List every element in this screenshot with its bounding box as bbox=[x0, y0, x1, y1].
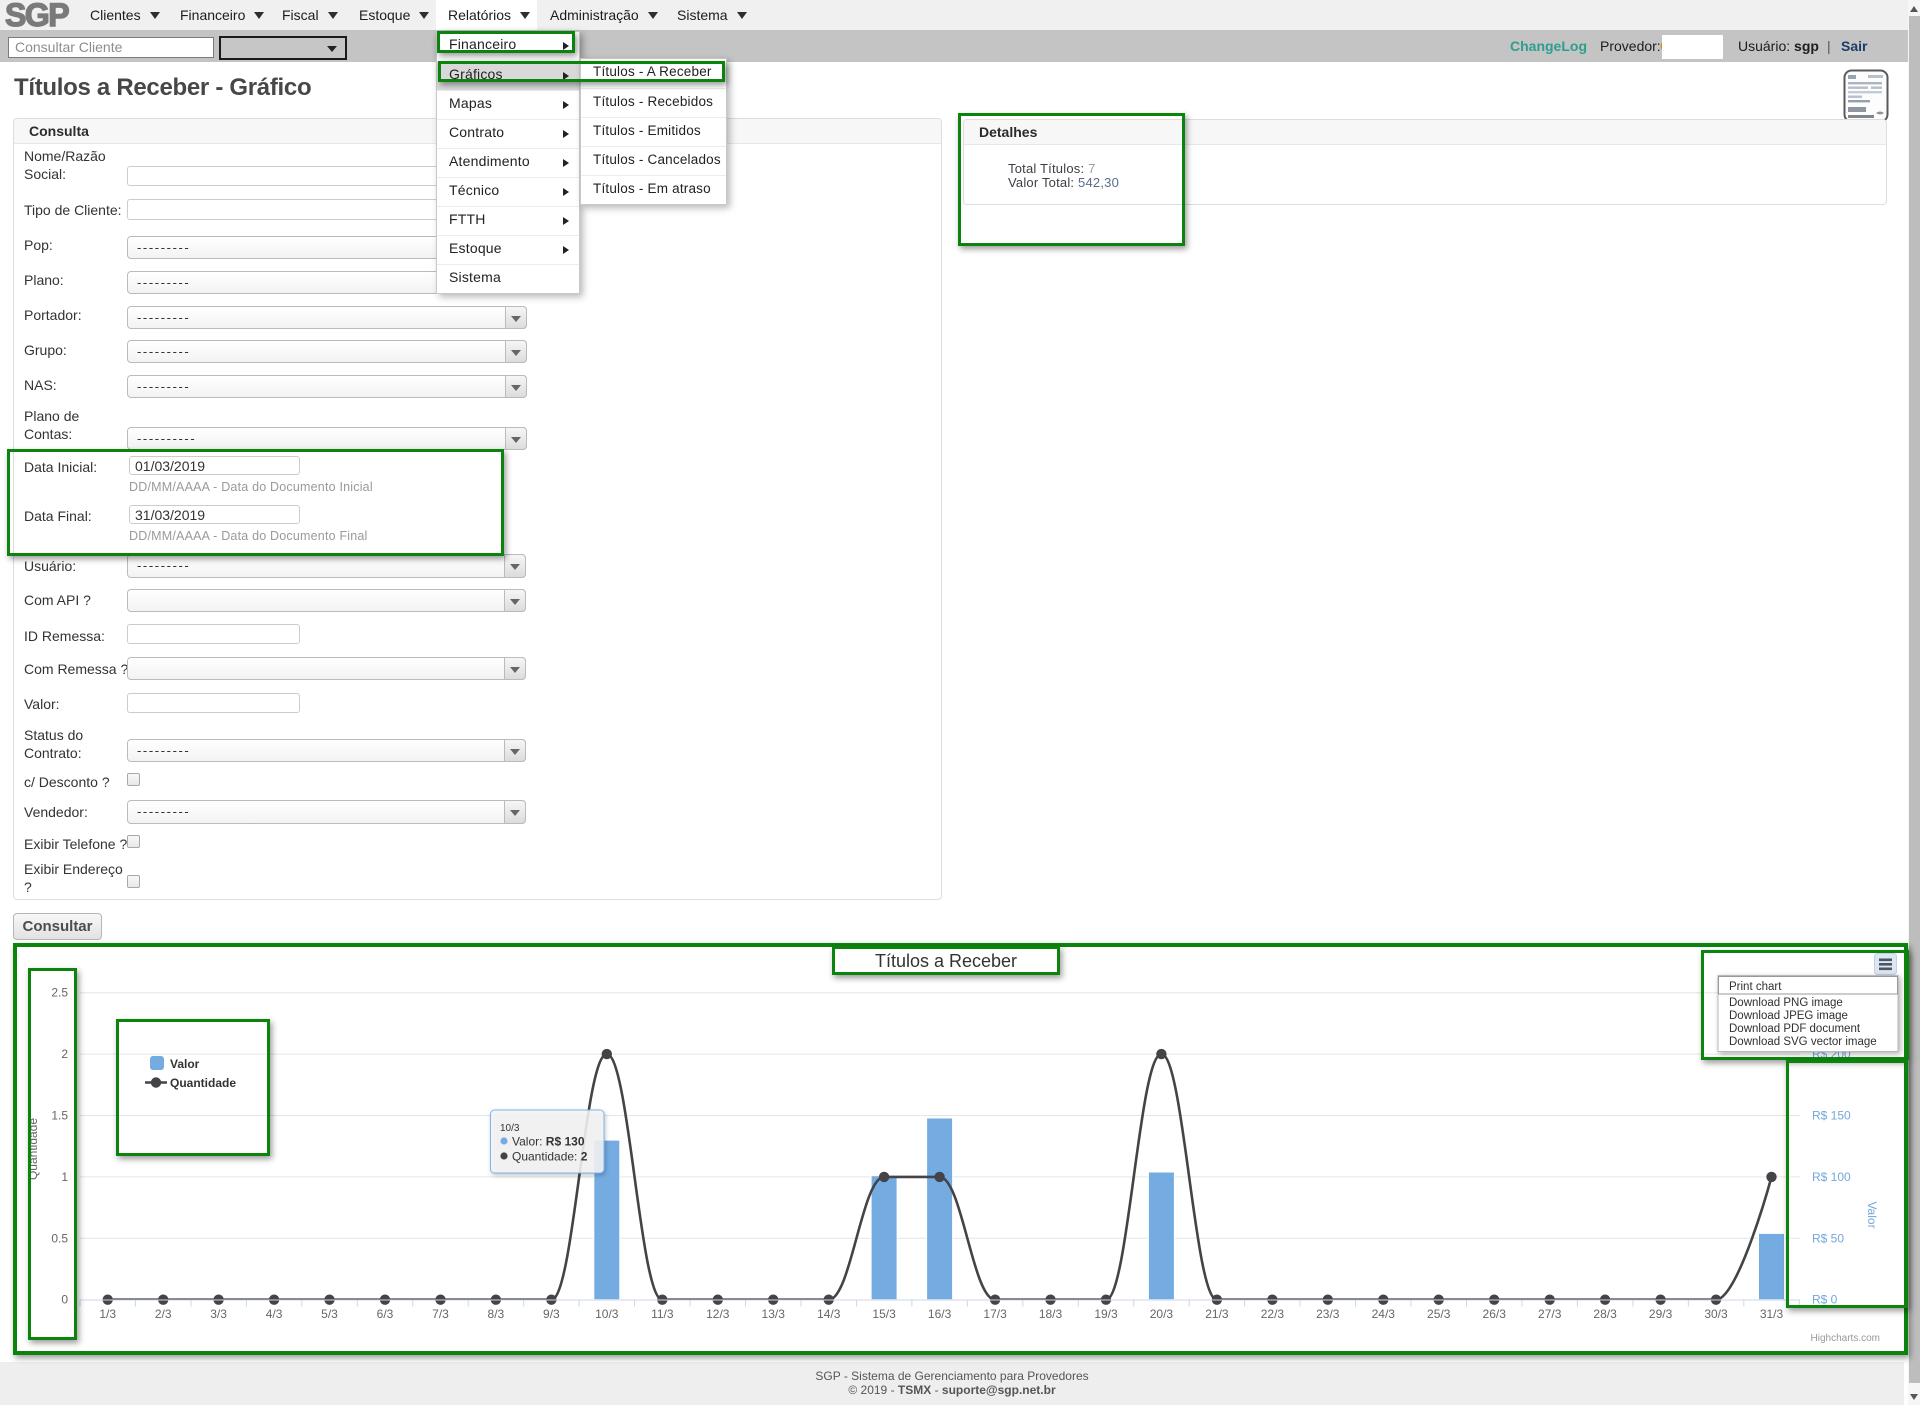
svg-text:SGP: SGP bbox=[5, 0, 69, 30]
